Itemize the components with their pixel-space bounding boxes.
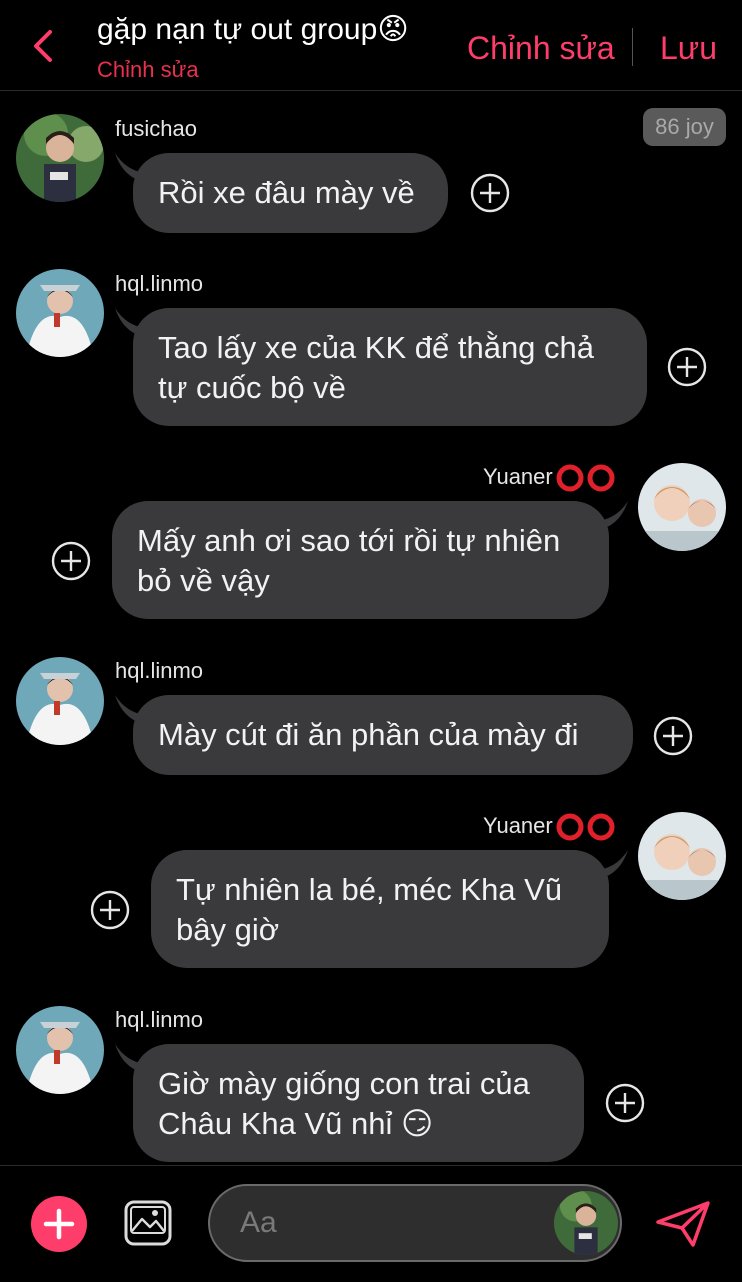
sticker-avatar-button[interactable] xyxy=(554,1191,618,1255)
chat-header: gặp nạn tự out group😡 Chỉnh sửa Chỉnh sử… xyxy=(0,0,742,91)
message-text: Tự nhiên la bé, méc Kha Vũ bây giờ xyxy=(176,872,563,947)
save-button[interactable]: Lưu xyxy=(660,28,717,68)
avatar[interactable] xyxy=(16,269,104,357)
joy-badge: 86 joy xyxy=(643,108,726,146)
sender-name: Yuaner xyxy=(483,463,617,492)
message-bubble[interactable]: Mày cút đi ăn phần của mày đi xyxy=(133,695,633,775)
avatar[interactable] xyxy=(16,1006,104,1094)
edit-button[interactable]: Chỉnh sửa xyxy=(467,28,615,68)
red-circle-emoji xyxy=(556,813,615,841)
message-text: Mày cút đi ăn phần của mày đi xyxy=(158,717,579,752)
avatar[interactable] xyxy=(16,657,104,745)
message-bubble[interactable]: Giờ mày giống con trai của Châu Kha Vũ n… xyxy=(133,1044,584,1162)
back-chevron-icon[interactable] xyxy=(30,28,56,64)
sender-name: hql.linmo xyxy=(115,658,204,683)
avatar[interactable] xyxy=(638,812,726,900)
composer-bar: Aa xyxy=(0,1165,742,1282)
plus-icon xyxy=(43,1208,75,1240)
plus-circle-icon[interactable] xyxy=(90,890,130,930)
plus-circle-icon[interactable] xyxy=(667,347,707,387)
sender-name: fusichao xyxy=(115,116,197,141)
sender-name: hql.linmo xyxy=(115,271,204,296)
angry-emoji-icon: 😡 xyxy=(377,13,409,46)
message-text: Mấy anh ơi sao tới rồi tự nhiên bỏ về vậ… xyxy=(137,523,561,598)
plus-circle-icon[interactable] xyxy=(51,541,91,581)
message-bubble[interactable]: Mấy anh ơi sao tới rồi tự nhiên bỏ về vậ… xyxy=(112,501,609,619)
send-icon[interactable] xyxy=(655,1200,711,1248)
add-attachment-button[interactable] xyxy=(31,1196,87,1252)
avatar[interactable] xyxy=(16,114,104,202)
message-input[interactable]: Aa xyxy=(208,1184,622,1262)
plus-circle-icon[interactable] xyxy=(470,173,510,213)
plus-circle-icon[interactable] xyxy=(653,716,693,756)
header-divider xyxy=(632,28,633,66)
input-placeholder: Aa xyxy=(240,1206,277,1239)
message-text: Tao lấy xe của KK để thằng chả tự cuốc b… xyxy=(158,330,595,405)
image-icon[interactable] xyxy=(124,1200,172,1246)
message-text: Rồi xe đâu mày về xyxy=(158,175,415,210)
red-circle-emoji xyxy=(556,464,615,492)
message-text: Giờ mày giống con trai của Châu Kha Vũ n… xyxy=(158,1066,530,1141)
message-list[interactable]: 86 joy fusichao Rồi xe đâu mày về hql.li… xyxy=(0,91,742,1165)
message-bubble[interactable]: Rồi xe đâu mày về xyxy=(133,153,448,233)
message-bubble[interactable]: Tao lấy xe của KK để thằng chả tự cuốc b… xyxy=(133,308,647,426)
plus-circle-icon[interactable] xyxy=(605,1083,645,1123)
message-bubble[interactable]: Tự nhiên la bé, méc Kha Vũ bây giờ xyxy=(151,850,609,968)
chat-subtitle[interactable]: Chỉnh sửa xyxy=(97,56,409,84)
title-block: gặp nạn tự out group😡 Chỉnh sửa xyxy=(97,12,409,84)
sender-name: Yuaner xyxy=(483,812,617,841)
avatar[interactable] xyxy=(638,463,726,551)
sender-name: hql.linmo xyxy=(115,1007,204,1032)
chat-title: gặp nạn tự out group😡 xyxy=(97,13,409,46)
